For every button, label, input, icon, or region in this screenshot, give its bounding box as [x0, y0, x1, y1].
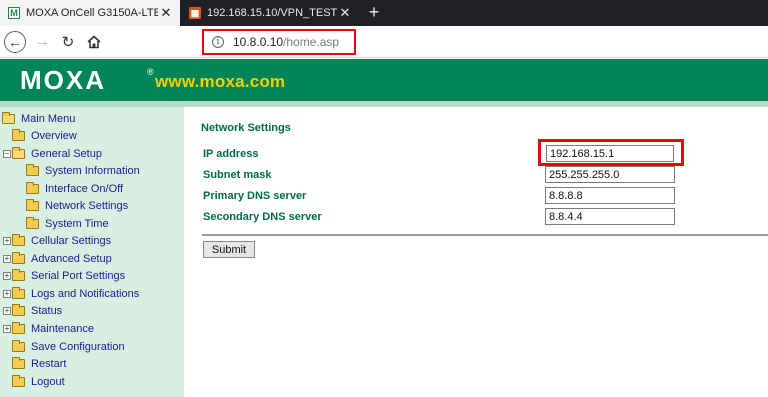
menu-item-save-configuration[interactable]: Save Configuration — [12, 338, 125, 355]
folder-icon — [12, 339, 25, 352]
menu-item-status[interactable]: + Status — [3, 302, 62, 319]
menu-item-label: Main Menu — [21, 112, 76, 125]
menu-item-label: Advanced Setup — [31, 252, 112, 265]
expand-icon[interactable]: + — [3, 236, 11, 245]
address-bar[interactable]: i 10.8.0.10/home.asp — [202, 29, 356, 55]
moxa-favicon-icon: M — [8, 7, 20, 19]
menu-item-label: System Information — [45, 164, 140, 177]
folder-icon — [12, 268, 25, 281]
folder-open-icon — [2, 111, 15, 124]
tab-title: MOXA OnCell G3150A-LTE-EU — [26, 7, 158, 19]
menu-item-label: Save Configuration — [31, 340, 125, 353]
expand-icon[interactable]: + — [3, 254, 11, 263]
secondary-dns-input[interactable] — [545, 208, 675, 225]
back-arrow-icon[interactable]: ← — [4, 31, 26, 53]
new-tab-button[interactable]: + — [364, 2, 384, 24]
subnet-mask-input[interactable] — [545, 166, 675, 183]
reload-icon[interactable]: ↻ — [56, 30, 80, 54]
menu-item-logout[interactable]: Logout — [12, 373, 65, 390]
folder-open-icon — [12, 146, 25, 159]
form-divider — [202, 234, 768, 236]
ip-address-label: IP address — [203, 148, 259, 160]
browser-tab-strip: M MOXA OnCell G3150A-LTE-EU ✕ ▦ 192.168.… — [0, 0, 768, 26]
folder-icon — [26, 198, 39, 211]
moxa-logo: MOXA — [20, 65, 106, 95]
tab-vpn-test[interactable]: ▦ 192.168.15.10/VPN_TEST/ ✕ — [181, 0, 359, 26]
page-title: Network Settings — [201, 122, 291, 134]
close-tab-icon[interactable]: ✕ — [158, 5, 174, 21]
expand-icon[interactable]: + — [3, 306, 11, 315]
menu-item-advanced-setup[interactable]: + Advanced Setup — [3, 250, 112, 267]
sidebar-menu: Main Menu Overview − General Setup Syste… — [0, 107, 184, 397]
fortinet-favicon-icon: ▦ — [189, 7, 201, 19]
menu-item-interface-on-off[interactable]: Interface On/Off — [26, 180, 123, 197]
menu-item-cellular-settings[interactable]: + Cellular Settings — [3, 232, 111, 249]
menu-item-label: Network Settings — [45, 199, 129, 212]
menu-item-label: Overview — [31, 129, 77, 142]
registered-mark: ® — [147, 67, 154, 77]
url-path: /home.asp — [283, 35, 340, 49]
menu-item-maintenance[interactable]: + Maintenance — [3, 320, 94, 337]
menu-item-label: Logs and Notifications — [31, 287, 140, 300]
menu-item-system-time[interactable]: System Time — [26, 215, 109, 232]
menu-item-label: Serial Port Settings — [31, 269, 126, 282]
menu-item-main-menu[interactable]: Main Menu — [2, 110, 75, 127]
menu-item-overview[interactable]: Overview — [12, 127, 77, 144]
moxa-banner: MOXA ® www.moxa.com — [0, 59, 768, 101]
expand-icon[interactable]: + — [3, 271, 11, 280]
forward-arrow-icon[interactable]: → — [30, 30, 54, 54]
menu-item-label: Maintenance — [31, 322, 94, 335]
website-link[interactable]: www.moxa.com — [155, 72, 285, 92]
ip-address-input[interactable] — [546, 145, 674, 162]
folder-icon — [26, 163, 39, 176]
close-tab-icon[interactable]: ✕ — [337, 5, 353, 21]
primary-dns-label: Primary DNS server — [203, 190, 307, 202]
menu-item-system-information[interactable]: System Information — [26, 162, 140, 179]
menu-item-label: General Setup — [31, 147, 102, 160]
menu-item-label: Restart — [31, 357, 67, 370]
collapse-icon[interactable]: − — [3, 149, 11, 158]
subnet-mask-label: Subnet mask — [203, 169, 272, 181]
folder-icon — [12, 286, 25, 299]
primary-dns-input[interactable] — [545, 187, 675, 204]
url-host: 10.8.0.10 — [233, 35, 284, 49]
menu-item-label: Interface On/Off — [45, 182, 124, 195]
menu-item-general-setup[interactable]: − General Setup — [3, 145, 102, 162]
folder-icon — [12, 303, 25, 316]
home-icon[interactable] — [82, 30, 106, 54]
menu-item-label: Status — [31, 304, 63, 317]
home-icon-glyph — [87, 35, 101, 49]
folder-icon — [12, 356, 25, 369]
menu-item-serial-port-settings[interactable]: + Serial Port Settings — [3, 267, 125, 284]
tab-moxa[interactable]: M MOXA OnCell G3150A-LTE-EU ✕ — [0, 0, 180, 26]
secondary-dns-label: Secondary DNS server — [203, 211, 322, 223]
expand-icon[interactable]: + — [3, 289, 11, 298]
menu-item-logs-and-notifications[interactable]: + Logs and Notifications — [3, 285, 139, 302]
tab-title: 192.168.15.10/VPN_TEST/ — [207, 7, 337, 19]
folder-icon — [12, 233, 25, 246]
submit-button[interactable]: Submit — [203, 241, 255, 258]
menu-item-label: System Time — [45, 217, 109, 230]
menu-item-network-settings[interactable]: Network Settings — [26, 197, 128, 214]
expand-icon[interactable]: + — [3, 324, 11, 333]
folder-icon — [12, 128, 25, 141]
info-icon[interactable]: i — [212, 36, 224, 48]
menu-item-label: Cellular Settings — [31, 234, 112, 247]
folder-icon — [12, 321, 25, 334]
folder-icon — [12, 374, 25, 387]
browser-toolbar: ← → ↻ i 10.8.0.10/home.asp — [0, 26, 768, 58]
folder-icon — [12, 251, 25, 264]
folder-icon — [26, 181, 39, 194]
menu-item-restart[interactable]: Restart — [12, 355, 66, 372]
folder-icon — [26, 216, 39, 229]
menu-item-label: Logout — [31, 375, 65, 388]
